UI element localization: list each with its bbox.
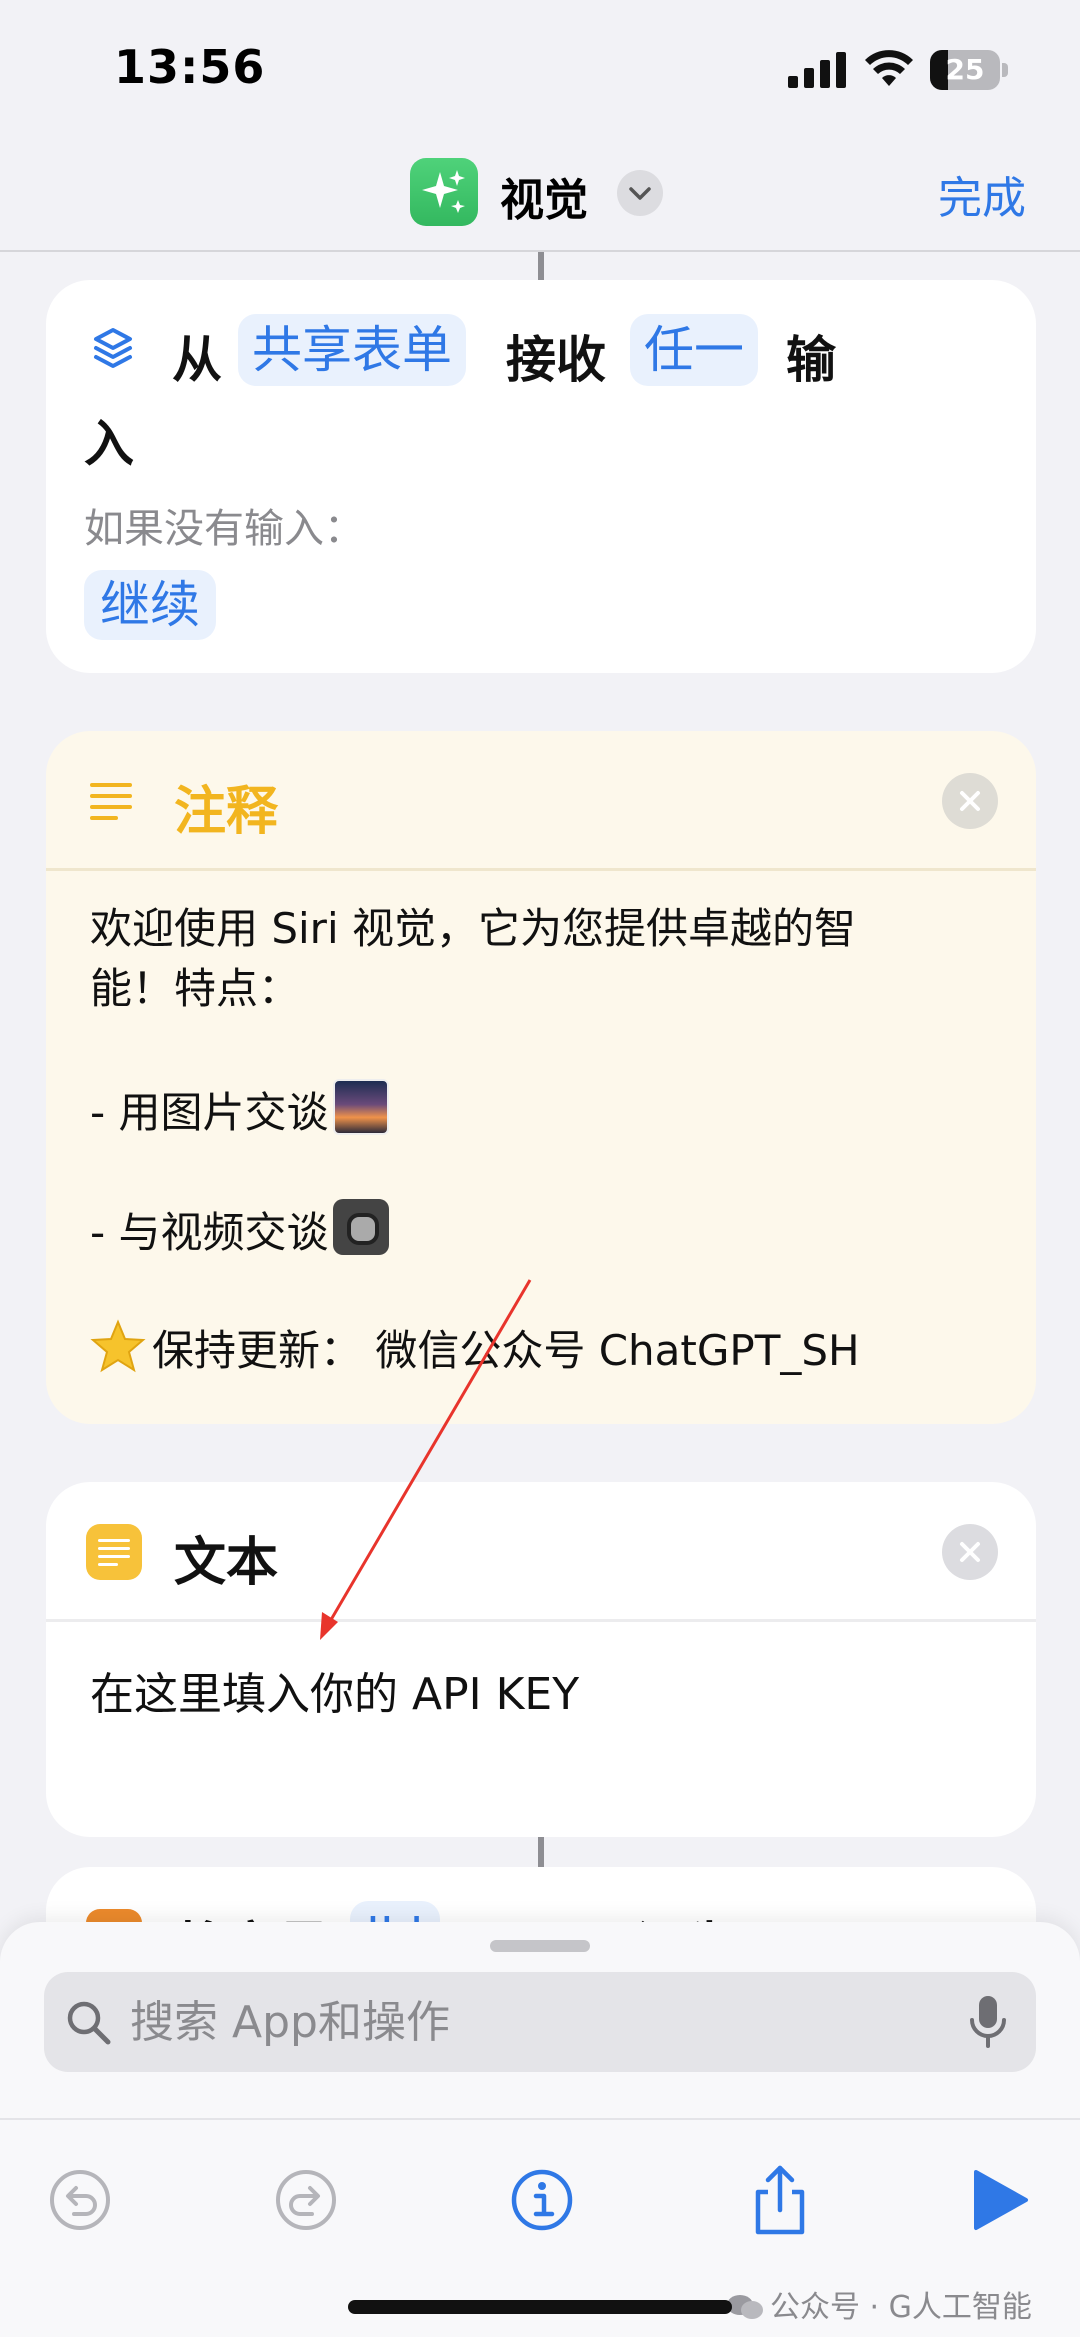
shortcut-editor-screen: 13:56 25 视觉 完成 从 共享表单 接收 任一 输 入 如果没有输入： …	[0, 0, 1080, 2337]
text-doc-icon	[86, 1524, 142, 1580]
remove-text-button[interactable]	[942, 1524, 998, 1580]
share-icon	[755, 2165, 805, 2235]
microphone-icon[interactable]	[968, 1994, 1008, 2050]
battery-level: 25	[945, 53, 985, 86]
comment-title: 注释	[174, 782, 279, 842]
info-button[interactable]	[502, 2160, 582, 2240]
comment-line	[90, 1019, 1010, 1079]
title-menu-button[interactable]	[617, 170, 663, 216]
input-type-token[interactable]: 任一	[630, 314, 758, 386]
comment-line: 保持更新： 微信公众号 ChatGPT_SH	[152, 1326, 860, 1375]
continue-token[interactable]: 继续	[84, 570, 216, 640]
comment-line-with-emoji: - 用图片交谈	[90, 1079, 1010, 1139]
comment-line: - 与视频交谈	[90, 1208, 329, 1257]
sunset-emoji-icon	[332, 1079, 389, 1135]
text-header: 文本	[46, 1482, 1036, 1622]
info-icon	[511, 2169, 573, 2231]
comment-line-with-emoji: - 与视频交谈	[90, 1199, 1010, 1259]
shortcut-title[interactable]: 视觉	[500, 164, 588, 228]
action-search-sheet	[0, 1922, 1080, 2337]
undo-button[interactable]	[40, 2160, 120, 2240]
comment-line: 能！特点：	[90, 964, 301, 1013]
search-bar[interactable]	[44, 1972, 1036, 2072]
receive-word-from: 从	[172, 331, 222, 389]
if-no-input-label: 如果没有输入：	[84, 506, 364, 552]
comment-header: 注释	[46, 731, 1036, 871]
close-icon	[960, 1542, 980, 1562]
comment-body[interactable]: 欢迎使用 Siri 视觉，它为您提供卓越的智 能！特点： - 用图片交谈 - 与…	[90, 899, 1010, 1379]
status-bar: 13:56 25	[0, 0, 1080, 140]
battery-body: 25	[930, 50, 1000, 90]
run-button[interactable]	[958, 2160, 1038, 2240]
sheet-grabber[interactable]	[490, 1940, 590, 1952]
status-time: 13:56	[114, 40, 266, 94]
cellular-signal-icon	[788, 52, 846, 88]
remove-comment-button[interactable]	[942, 773, 998, 829]
video-camera-emoji-icon	[332, 1199, 389, 1255]
undo-icon	[50, 2170, 110, 2230]
watermark-text: 公众号 · G人工智能	[770, 2290, 1032, 2325]
wifi-icon	[865, 50, 913, 86]
battery-indicator: 25	[930, 50, 1008, 90]
search-icon	[67, 2001, 111, 2045]
comment-line: 欢迎使用 Siri 视觉，它为您提供卓越的智	[90, 904, 856, 953]
source-token[interactable]: 共享表单	[238, 314, 466, 386]
comment-line: - 用图片交谈	[90, 1088, 329, 1137]
action-connector	[538, 1837, 544, 1867]
share-button[interactable]	[740, 2160, 820, 2240]
text-action[interactable]: 文本 在这里填入你的 API KEY	[46, 1482, 1036, 1837]
layers-icon	[94, 328, 132, 368]
home-indicator[interactable]	[348, 2300, 732, 2314]
close-icon	[960, 791, 980, 811]
battery-cap	[1002, 63, 1008, 77]
watermark: 公众号 · G人工智能	[726, 2282, 1032, 2326]
text-content-field[interactable]: 在这里填入你的 API KEY	[90, 1658, 579, 1722]
done-button[interactable]: 完成	[938, 162, 1026, 226]
redo-icon	[276, 2170, 336, 2230]
search-input[interactable]	[130, 1972, 910, 2072]
redo-button[interactable]	[266, 2160, 346, 2240]
nav-bar: 视觉 完成	[0, 140, 1080, 252]
receive-input-action[interactable]: 从 共享表单 接收 任一 输 入 如果没有输入： 继续	[46, 280, 1036, 673]
comment-action[interactable]: 注释 欢迎使用 Siri 视觉，它为您提供卓越的智 能！特点： - 用图片交谈 …	[46, 731, 1036, 1424]
play-icon	[974, 2170, 1028, 2230]
receive-word-receive: 接收	[506, 331, 606, 389]
star-emoji-icon	[90, 1319, 146, 1373]
text-title: 文本	[174, 1533, 279, 1593]
chevron-down-icon	[629, 187, 651, 200]
receive-word-input: 输	[786, 331, 836, 389]
comment-line-with-emoji: 保持更新： 微信公众号 ChatGPT_SH	[90, 1319, 1010, 1379]
receive-word-input-wrap: 入	[84, 415, 134, 473]
comment-line	[90, 1139, 1010, 1199]
comment-line	[90, 1259, 1010, 1319]
sparkles-icon[interactable]	[410, 158, 478, 226]
lines-icon	[90, 783, 132, 820]
action-connector	[538, 252, 544, 280]
